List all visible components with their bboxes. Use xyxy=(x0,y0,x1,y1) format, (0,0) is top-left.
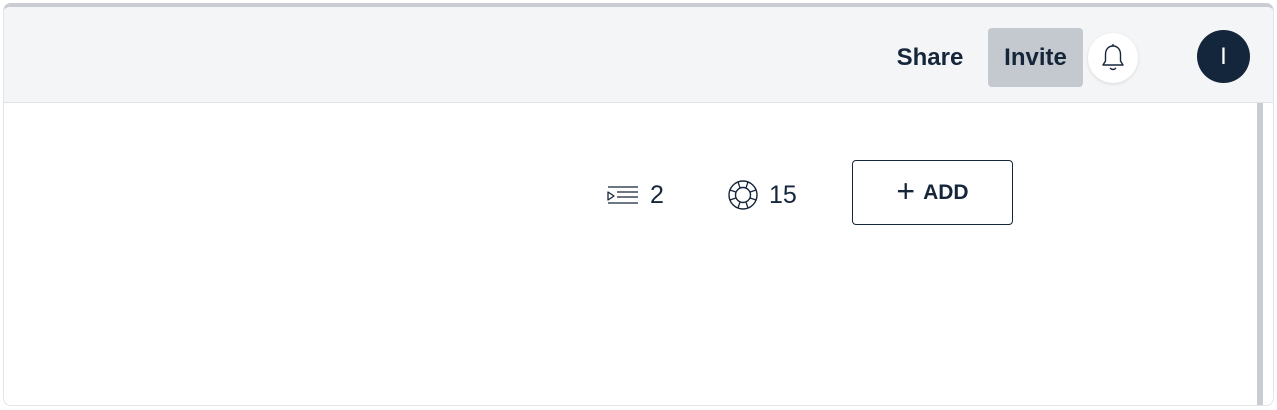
top-bar: Share Invite I xyxy=(4,7,1273,103)
invite-button[interactable]: Invite xyxy=(988,28,1083,87)
add-button[interactable]: + ADD xyxy=(852,160,1013,225)
add-button-label: ADD xyxy=(923,180,969,204)
main-content xyxy=(4,103,1273,405)
vertical-scrollbar[interactable] xyxy=(1257,103,1263,405)
avatar[interactable]: I xyxy=(1197,30,1250,83)
help-count-value: 15 xyxy=(769,180,797,209)
share-button[interactable]: Share xyxy=(881,28,979,87)
tasks-count[interactable]: 2 xyxy=(606,177,664,213)
notifications-button[interactable] xyxy=(1088,33,1138,83)
help-count[interactable]: 15 xyxy=(727,177,797,213)
plus-icon: + xyxy=(896,173,916,209)
lifebuoy-icon xyxy=(728,180,758,210)
bell-icon xyxy=(1102,44,1124,71)
list-indent-icon xyxy=(607,186,638,204)
app-window: Share Invite I 2 15 + ADD xyxy=(3,3,1274,406)
tasks-count-value: 2 xyxy=(650,180,664,209)
